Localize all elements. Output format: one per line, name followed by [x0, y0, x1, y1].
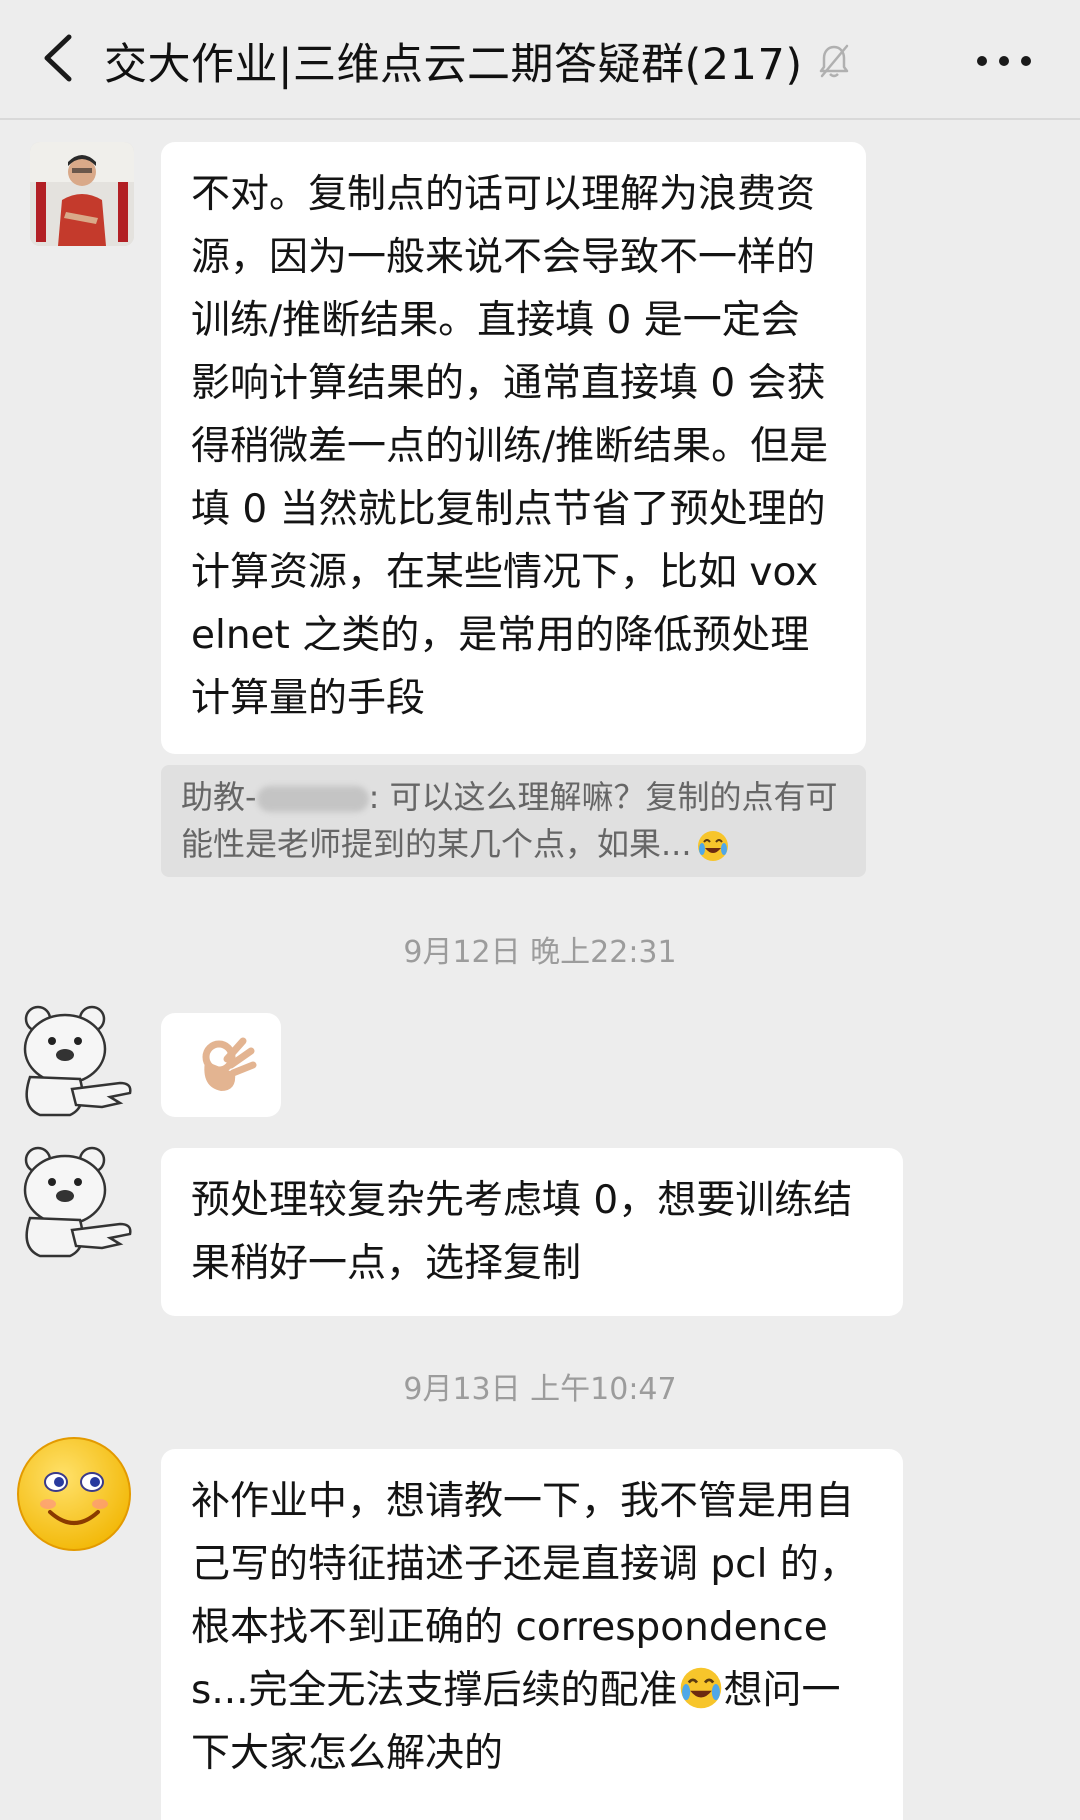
avatar[interactable]	[12, 1432, 136, 1556]
chevron-left-icon	[44, 34, 72, 82]
timestamp: 9月13日 上午10:47	[403, 1372, 677, 1407]
chat-header: 交大作业|三维点云二期答疑群(217)	[0, 0, 1080, 120]
bell-off-icon	[817, 42, 851, 80]
avatar[interactable]	[10, 1138, 140, 1258]
message-bubble[interactable]: 预处理较复杂先考虑填 0，想要训练结果稍好一点，选择复制	[161, 1148, 903, 1316]
avatar[interactable]	[30, 142, 134, 246]
smiley-face-icon	[17, 1437, 131, 1551]
back-button[interactable]	[30, 28, 86, 88]
avatar[interactable]	[10, 997, 140, 1117]
ok-hand-emoji	[202, 1037, 257, 1091]
timestamp: 9月12日 晚上22:31	[403, 935, 677, 970]
chat-title-area: 交大作业|三维点云二期答疑群(217)	[104, 28, 851, 94]
laughing-crying-emoji-icon	[697, 831, 728, 861]
bear-pointing-sticker-icon	[23, 1146, 132, 1258]
message-text: 预处理较复杂先考虑填 0，想要训练结果稍好一点，选择复制	[191, 1178, 853, 1286]
chat-title: 交大作业|三维点云二期答疑群(217)	[104, 40, 803, 90]
person-photo-icon	[30, 142, 134, 246]
quoted-reply[interactable]: 助教-: 可以这么理解嘛？复制的点有可能性是老师提到的某几个点，如果...	[161, 765, 866, 877]
redacted-name	[256, 786, 369, 812]
message-bubble[interactable]: 不对。复制点的话可以理解为浪费资源，因为一般来说不会导致不一样的训练/推断结果。…	[161, 142, 866, 754]
message-text: 不对。复制点的话可以理解为浪费资源，因为一般来说不会导致不一样的训练/推断结果。…	[191, 172, 829, 721]
more-button[interactable]	[964, 36, 1044, 86]
more-dots-icon	[977, 56, 1031, 66]
quote-sender: 助教-	[181, 778, 257, 816]
message-bubble[interactable]	[161, 1013, 281, 1117]
laughing-crying-emoji-icon	[680, 1667, 721, 1709]
bear-pointing-sticker-icon	[23, 1005, 132, 1117]
message-bubble[interactable]: 补作业中，想请教一下，我不管是用自己写的特征描述子还是直接调 pcl 的，根本找…	[161, 1449, 903, 1820]
chat-screen: 交大作业|三维点云二期答疑群(217) 不对。复制点的话可以理解为浪费资源，因为…	[0, 0, 1080, 1820]
